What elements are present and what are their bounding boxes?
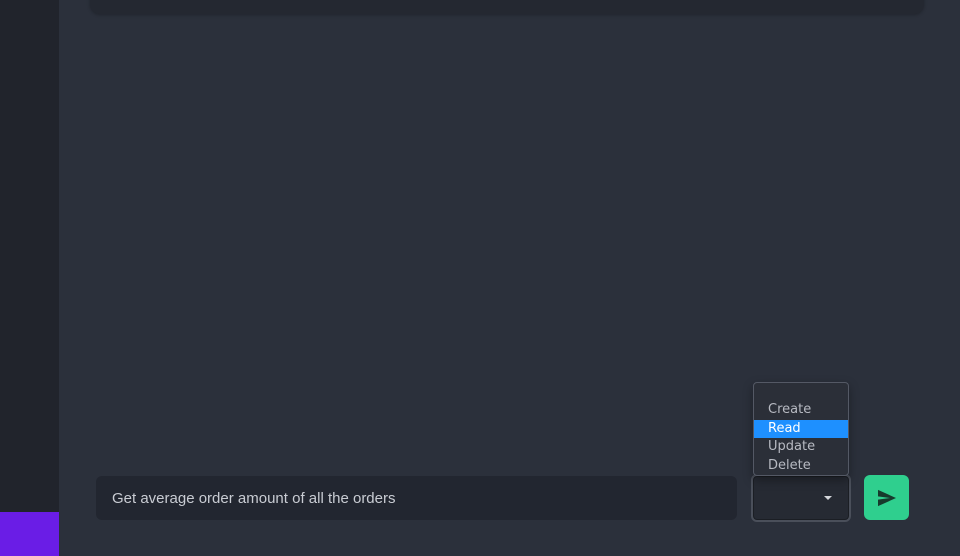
operation-dropdown-list: Create Read Update Delete — [753, 382, 849, 476]
sidebar — [0, 0, 59, 556]
query-input[interactable] — [96, 476, 737, 520]
option-delete[interactable]: Delete — [754, 457, 848, 476]
send-icon — [877, 489, 896, 506]
option-update[interactable]: Update — [754, 438, 848, 457]
operation-select[interactable] — [751, 474, 851, 522]
option-create[interactable]: Create — [754, 401, 848, 420]
option-read[interactable]: Read — [754, 419, 848, 438]
top-panel — [90, 0, 924, 14]
sidebar-accent-block[interactable] — [0, 512, 59, 556]
caret-down-icon — [824, 496, 832, 500]
send-button[interactable] — [864, 475, 909, 520]
